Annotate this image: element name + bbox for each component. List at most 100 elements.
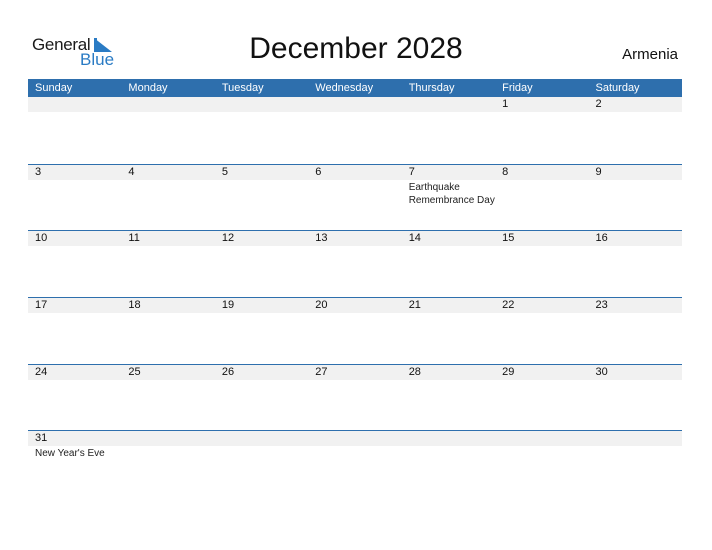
holiday-label: [215, 180, 308, 207]
holiday-label: [589, 112, 682, 113]
holiday-label: [215, 112, 308, 113]
calendar-grid: Sunday Monday Tuesday Wednesday Thursday Frid…: [28, 79, 682, 497]
day-number: 17: [35, 299, 48, 312]
weekday-tuesday: Tuesday: [221, 82, 264, 94]
holiday-label: [589, 380, 682, 381]
holiday-label: [308, 112, 401, 113]
event-row: New Year's Eve: [28, 446, 682, 460]
holiday-label: [215, 313, 308, 314]
day-number: 11: [128, 232, 140, 245]
holiday-label: [121, 112, 214, 113]
holiday-label: [402, 246, 495, 247]
weekday-saturday: Saturday: [595, 82, 640, 94]
holiday-label: [28, 246, 121, 247]
day-number: [28, 97, 121, 112]
holiday-label: [121, 246, 214, 247]
holiday-label: [495, 112, 588, 113]
day-number: 8: [502, 165, 509, 178]
holiday-label: [402, 313, 495, 314]
day-number: 6: [315, 165, 322, 178]
holiday-label: Earthquake Remembrance Day: [408, 181, 495, 206]
holiday-label: [589, 313, 682, 314]
weekday-sunday: Sunday: [35, 82, 73, 94]
holiday-label: [28, 112, 121, 113]
week-row: 17 18 19 20 21 22 23: [28, 297, 682, 364]
holiday-label: [121, 313, 214, 314]
week-row: 31 New Year's Eve: [28, 430, 682, 497]
day-number: 12: [221, 232, 235, 245]
holiday-label: [495, 246, 588, 247]
day-number: 29: [502, 365, 515, 378]
day-number: 16: [595, 232, 608, 245]
day-number: 10: [35, 232, 48, 245]
day-number: 26: [221, 365, 235, 378]
holiday-label: [589, 180, 682, 207]
day-number: 3: [35, 165, 42, 178]
day-number: 15: [502, 232, 515, 245]
holiday-label: [215, 446, 308, 460]
day-number: [215, 431, 308, 446]
holiday-label: [308, 380, 401, 381]
holiday-label: [308, 446, 401, 460]
day-number: [215, 97, 308, 112]
holiday-label: [215, 380, 308, 381]
day-number: [402, 97, 495, 112]
day-number: 19: [221, 299, 235, 312]
weeks-container: 1 2 3 4 5 6 7 8 9 Earthquake Remembrance Day 10 11 1…: [28, 97, 682, 497]
holiday-label: [308, 313, 401, 314]
day-number: 1: [502, 98, 509, 110]
holiday-label: [589, 446, 682, 460]
day-number: [121, 431, 214, 446]
day-number: 2: [595, 98, 602, 110]
day-number: 25: [128, 365, 141, 378]
day-number: [121, 97, 214, 112]
day-number: 21: [408, 299, 421, 312]
holiday-label: [308, 180, 401, 207]
day-number: 5: [221, 165, 228, 178]
weekday-wednesday: Wednesday: [315, 82, 374, 94]
day-number: 9: [595, 165, 602, 178]
day-number: 23: [595, 299, 608, 312]
holiday-label: [28, 380, 121, 381]
week-row: 12: [28, 97, 682, 164]
day-number: [495, 431, 588, 446]
event-row: Earthquake Remembrance Day: [28, 180, 682, 207]
holiday-label: [121, 380, 214, 381]
weekday-header: Sunday Monday Tuesday Wednesday Thursday Frid…: [28, 79, 682, 97]
date-row: 10 11 12 13 14 15 16: [28, 231, 682, 247]
holiday-label: [495, 446, 588, 460]
week-row: 10 11 12 13 14 15 16: [28, 230, 682, 297]
holiday-label: [308, 246, 401, 247]
day-number: 30: [595, 365, 608, 378]
holiday-label: [495, 180, 588, 207]
date-row: 24 25 26 27 28 29 30: [28, 364, 682, 380]
holiday-label: [215, 246, 308, 247]
week-row: 3 4 5 6 7 8 9 Earthquake Remembrance Day: [28, 163, 682, 231]
holiday-label: [402, 446, 495, 460]
date-row: 17 18 19 20 21 22 23: [28, 298, 682, 314]
holiday-label: [121, 446, 214, 460]
weekday-thursday: Thursday: [408, 82, 455, 94]
week-row: 24 25 26 27 28 29 30: [28, 363, 682, 431]
date-row: 3 4 5 6 7 8 9: [28, 164, 682, 180]
holiday-label: [589, 246, 682, 247]
holiday-label: [28, 180, 121, 207]
day-number: [308, 97, 401, 112]
day-number: 14: [408, 232, 421, 245]
holiday-label: New Year's Eve: [35, 448, 105, 460]
country-label: Armenia: [622, 46, 678, 63]
day-number: 13: [315, 232, 328, 245]
weekday-friday: Friday: [502, 82, 533, 94]
weekday-monday: Monday: [128, 82, 168, 94]
holiday-label: [402, 112, 495, 113]
date-row: 31: [28, 431, 682, 447]
day-number: 27: [315, 365, 328, 378]
page-title: December 2028: [249, 32, 463, 65]
event-row: [28, 112, 682, 113]
day-number: 24: [35, 365, 48, 378]
day-number: 28: [408, 365, 421, 378]
day-number: 20: [315, 299, 328, 312]
holiday-label: [495, 313, 588, 314]
day-number: 7: [408, 165, 415, 178]
holiday-label: [402, 380, 495, 381]
